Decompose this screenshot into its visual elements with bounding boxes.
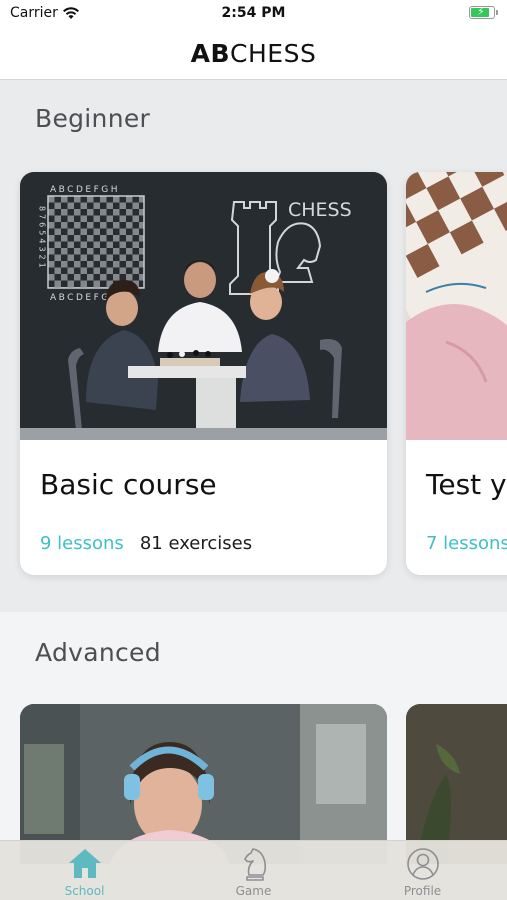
tab-label-game: Game bbox=[235, 884, 272, 898]
tab-profile[interactable]: Profile bbox=[338, 841, 507, 900]
course-image-basic: ABCDEFGH ABCDEFGH 87654321 CHESS bbox=[20, 172, 387, 440]
app-title-regular: CHESS bbox=[230, 39, 317, 68]
tab-label-school: School bbox=[64, 884, 105, 898]
tab-school[interactable]: School bbox=[0, 841, 169, 900]
course-meta: 7 lessons bbox=[426, 533, 507, 554]
board-letters-top: ABCDEFGH bbox=[50, 185, 120, 195]
course-card-test[interactable]: Test yo 7 lessons bbox=[406, 172, 507, 575]
course-title: Basic course bbox=[40, 468, 217, 501]
home-icon bbox=[68, 849, 101, 878]
lessons-count: 9 lessons bbox=[40, 533, 124, 554]
nav-bar: ABCHESS bbox=[0, 28, 507, 80]
course-image-test bbox=[406, 172, 507, 440]
course-card-basic[interactable]: ABCDEFGH ABCDEFGH 87654321 CHESS Basic c… bbox=[20, 172, 387, 575]
status-bar: Carrier 2:54 PM ⚡ bbox=[0, 0, 507, 28]
section-beginner: Beginner ABCDEFGH ABCDEFGH 87654321 CHES… bbox=[0, 80, 507, 612]
battery-icon: ⚡ bbox=[469, 5, 498, 19]
course-title: Test yo bbox=[426, 468, 507, 501]
user-circle-icon bbox=[406, 848, 439, 880]
course-meta: 9 lessons 81 exercises bbox=[40, 533, 252, 554]
tab-game[interactable]: Game bbox=[169, 841, 338, 900]
section-title-beginner: Beginner bbox=[35, 104, 151, 133]
app-title: ABCHESS bbox=[0, 39, 507, 68]
exercises-count: 81 exercises bbox=[139, 533, 253, 554]
section-title-advanced: Advanced bbox=[35, 638, 161, 667]
app-title-bold: AB bbox=[190, 39, 231, 68]
section-advanced: Advanced bbox=[0, 612, 507, 864]
tab-bar: School Game Profile bbox=[0, 840, 507, 900]
chess-knight-icon bbox=[243, 848, 266, 881]
status-time: 2:54 PM bbox=[221, 5, 286, 21]
chalk-chess-text: CHESS bbox=[288, 199, 352, 221]
tab-label-profile: Profile bbox=[403, 884, 442, 898]
lessons-count: 7 lessons bbox=[426, 533, 507, 554]
board-numbers: 87654321 bbox=[38, 206, 47, 271]
